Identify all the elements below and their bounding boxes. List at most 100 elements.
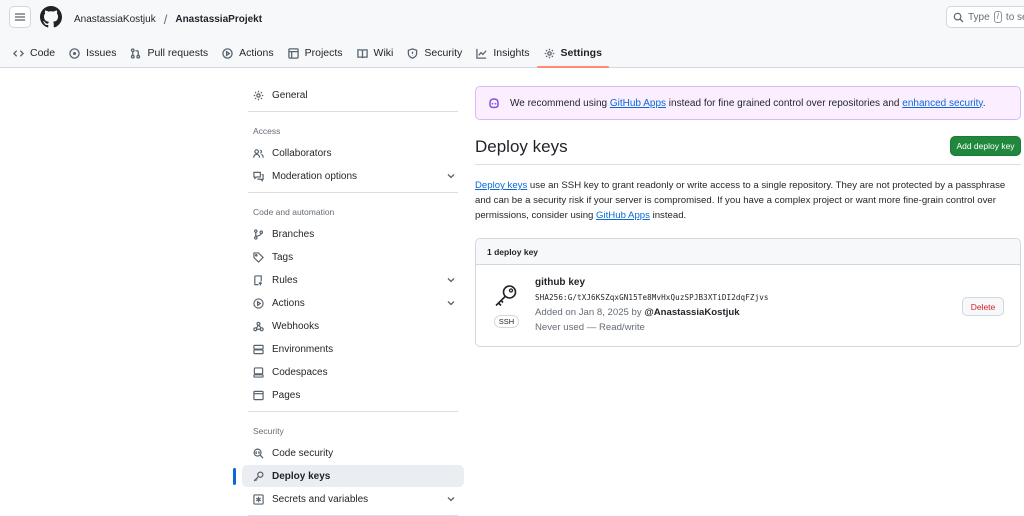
- sidebar-item-label: Webhooks: [272, 320, 320, 332]
- sidebar-item-label: Deploy keys: [272, 470, 331, 482]
- tab-label: Issues: [86, 47, 117, 59]
- banner-text-part: instead for fine grained control over re…: [666, 97, 903, 109]
- tab-label: Pull requests: [147, 47, 209, 59]
- deploy-keys-docs-link[interactable]: Deploy keys: [475, 180, 527, 191]
- repo-push-icon: [254, 274, 263, 286]
- codespaces-icon: [253, 366, 264, 378]
- owner-link[interactable]: AnastassiaKostjuk: [74, 14, 156, 25]
- banner-text-part: We recommend using: [510, 97, 610, 109]
- deploy-key-item: github key SHA256:G/tXJ6KSZqxGN15Te8MvHx…: [535, 277, 769, 337]
- sidebar-item-general[interactable]: General: [242, 84, 464, 106]
- tab-label: Wiki: [373, 47, 394, 59]
- page-title: Deploy keys: [475, 137, 568, 156]
- sidebar-item-pages[interactable]: Pages: [242, 384, 464, 406]
- sidebar-item-branches[interactable]: Branches: [242, 223, 464, 245]
- asterisk-box-icon: [253, 493, 264, 505]
- github-logo-icon[interactable]: [40, 6, 62, 28]
- key-fingerprint: SHA256:G/tXJ6KSZqxGN15Te8MvHxQuzSPJB3XTi…: [535, 293, 769, 302]
- banner-text-part: .: [982, 97, 986, 109]
- key-added-date: Added on Jan 8, 2025 by: [535, 307, 645, 318]
- tab-label: Settings: [560, 47, 602, 59]
- sidebar-item-actions[interactable]: Actions: [242, 292, 464, 314]
- deploy-key-count: 1 deploy key: [476, 239, 1020, 265]
- play-icon: [222, 47, 233, 59]
- sidebar-item-moderation[interactable]: Moderation options: [242, 165, 464, 187]
- sidebar-item-label: Actions: [272, 297, 305, 309]
- github-apps-banner: We recommend using GitHub Apps instead f…: [475, 86, 1021, 120]
- shield-icon: [408, 47, 418, 59]
- pull-request-icon: [131, 47, 141, 59]
- code-icon: [13, 49, 24, 57]
- branch-icon: [253, 228, 264, 240]
- chevron-down-icon[interactable]: [446, 298, 456, 308]
- sidebar-item-rules[interactable]: Rules: [242, 269, 464, 291]
- table-icon: [287, 47, 299, 59]
- sidebar-item-environments[interactable]: Environments: [242, 338, 464, 360]
- add-deploy-key-button[interactable]: Add deploy key: [950, 136, 1021, 156]
- key-added-info: Added on Jan 8, 2025 by @AnastassiaKostj…: [535, 307, 769, 318]
- sidebar-item-secrets[interactable]: Secrets and variables: [242, 488, 464, 510]
- sidebar-item-webhooks[interactable]: Webhooks: [242, 315, 464, 337]
- codescan-icon: [253, 448, 264, 459]
- sidebar-item-deploy-keys[interactable]: Deploy keys: [233, 465, 464, 487]
- search-input[interactable]: Type / to se: [946, 6, 1024, 28]
- tab-insights[interactable]: Insights: [469, 38, 536, 68]
- enhanced-security-link[interactable]: enhanced security: [902, 98, 982, 109]
- sidebar-heading-security: Security: [253, 426, 284, 436]
- graph-icon: [476, 48, 487, 59]
- menu-button[interactable]: [9, 6, 31, 28]
- sidebar-item-label: Code security: [272, 447, 334, 459]
- search-shortcut-key: /: [993, 11, 1002, 23]
- banner-text: We recommend using GitHub Apps instead f…: [510, 98, 985, 109]
- tab-label: Actions: [239, 47, 274, 59]
- tab-pull-requests[interactable]: Pull requests: [123, 38, 215, 68]
- repo-link[interactable]: AnastassiaProjekt: [175, 14, 262, 25]
- sidebar-item-label: Rules: [272, 274, 298, 286]
- tab-label: Projects: [304, 47, 343, 59]
- github-apps-link[interactable]: GitHub Apps: [610, 98, 666, 109]
- delete-key-button[interactable]: Delete: [962, 297, 1004, 316]
- chevron-down-icon[interactable]: [446, 275, 456, 285]
- chevron-down-icon[interactable]: [446, 494, 456, 504]
- tab-label: Insights: [493, 47, 530, 59]
- tab-settings[interactable]: Settings: [536, 38, 610, 68]
- browser-icon: [253, 390, 264, 400]
- key-added-by-link[interactable]: @AnastassiaKostjuk: [644, 307, 739, 318]
- top-header: AnastassiaKostjuk / AnastassiaProjekt Ty…: [0, 0, 1024, 68]
- description-text: instead.: [649, 210, 687, 221]
- sidebar-divider: [248, 192, 458, 193]
- sidebar-item-label: Codespaces: [272, 366, 328, 378]
- tag-icon: [253, 251, 264, 263]
- sidebar-divider: [248, 411, 458, 412]
- search-icon: [953, 12, 964, 23]
- sidebar-item-label: Secrets and variables: [272, 493, 369, 505]
- sidebar-item-label: General: [272, 89, 308, 101]
- tab-security[interactable]: Security: [400, 38, 469, 68]
- sidebar-item-codespaces[interactable]: Codespaces: [242, 361, 464, 383]
- deploy-keys-description: Deploy keys use an SSH key to grant read…: [475, 178, 1021, 223]
- tab-code[interactable]: Code: [6, 38, 62, 68]
- sidebar-item-label: Collaborators: [272, 147, 332, 159]
- gear-icon: [253, 90, 264, 100]
- people-icon: [253, 148, 264, 158]
- deploy-key-list: 1 deploy key SSH github key SHA256:G/tXJ…: [475, 238, 1021, 347]
- sidebar-item-collaborators[interactable]: Collaborators: [242, 142, 464, 164]
- tab-projects[interactable]: Projects: [281, 38, 350, 68]
- tab-actions[interactable]: Actions: [215, 38, 280, 68]
- sidebar-heading-code-automation: Code and automation: [253, 207, 335, 217]
- webhook-icon: [253, 321, 264, 331]
- sidebar-item-tags[interactable]: Tags: [242, 246, 464, 268]
- description-text: use an SSH key to grant readonly or writ…: [475, 180, 1006, 221]
- sidebar-item-code-security[interactable]: Code security: [242, 442, 464, 464]
- github-apps-link[interactable]: GitHub Apps: [596, 210, 650, 221]
- tab-label: Security: [424, 47, 463, 59]
- sidebar-item-label: Branches: [272, 228, 315, 240]
- tab-issues[interactable]: Issues: [62, 38, 123, 68]
- copilot-icon: [489, 98, 499, 109]
- title-divider: [475, 164, 1021, 165]
- chevron-down-icon[interactable]: [446, 171, 456, 181]
- repo-nav-tabs: Code Issues Pull requests Actions Projec…: [0, 38, 610, 68]
- tab-wiki[interactable]: Wiki: [350, 38, 401, 68]
- sidebar-item-label: Moderation options: [272, 170, 358, 182]
- sidebar-item-label: Tags: [272, 251, 294, 263]
